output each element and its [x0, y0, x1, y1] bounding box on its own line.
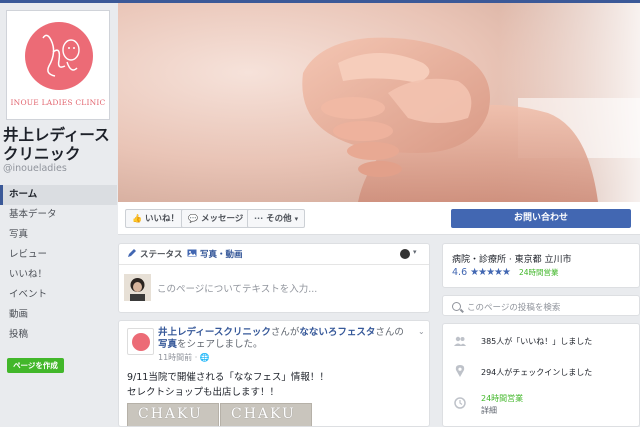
- post-header-suffix: さんの: [375, 327, 404, 338]
- tab-status[interactable]: ステータス: [127, 248, 183, 260]
- share-text: をシェアしました。: [177, 339, 263, 350]
- more-button[interactable]: ··· その他 ▾: [247, 209, 306, 228]
- category-text[interactable]: 病院・診療所 · 東京都 立川市: [452, 252, 571, 265]
- post-composer: ステータス 写真・動画 ▾ このページについてテキストを入力...: [118, 243, 430, 313]
- sidebar-item-reviews[interactable]: レビュー: [0, 245, 117, 265]
- user-photo-icon: [124, 274, 151, 301]
- clock-icon: [454, 397, 466, 409]
- likes-count: 385人が「いいね！」しました: [481, 337, 593, 346]
- post-author-avatar[interactable]: [127, 328, 154, 355]
- tab-photo-label: 写真・動画: [200, 250, 243, 260]
- checkins-count: 294人がチェックインしました: [481, 368, 593, 377]
- shared-page-link[interactable]: なないろフェスタ: [299, 327, 375, 338]
- search-input[interactable]: このページの投稿を検索: [467, 301, 560, 313]
- search-icon: [452, 302, 461, 311]
- page-title[interactable]: 井上レディースクリニック: [3, 126, 115, 164]
- photo-icon: [187, 249, 197, 257]
- tab-photo-video[interactable]: 写真・動画: [187, 248, 243, 260]
- post-header: 井上レディースクリニックさんがなないろフェスタさんの写真をシェアしました。: [158, 327, 420, 351]
- rating-stars-icon: ★★★★★: [470, 267, 511, 278]
- sidebar-item-home[interactable]: ホーム: [0, 185, 117, 205]
- photo-link[interactable]: 写真: [158, 339, 177, 350]
- message-button-label: メッセージ: [200, 214, 244, 224]
- clinic-logo-icon: [132, 333, 150, 351]
- info-card: 385人が「いいね！」しました 294人がチェックインしました 24時間営業 詳…: [442, 323, 640, 427]
- post-options-icon[interactable]: ⌄: [418, 327, 425, 336]
- sidebar-nav: ホーム 基本データ 写真 レビュー いいね！ イベント 動画 投稿: [0, 185, 117, 345]
- messenger-icon: 💬: [188, 214, 198, 223]
- search-card[interactable]: このページの投稿を検索: [442, 295, 640, 316]
- rating-row[interactable]: 4.6 ★★★★★ 24時間営業: [452, 267, 559, 278]
- globe-icon: 🌐: [199, 353, 210, 362]
- tab-status-label: ステータス: [140, 250, 183, 260]
- logo-text: INOUE LADIES CLINIC: [10, 98, 106, 107]
- post-line-2: セレクトショップも出店します！！: [127, 387, 280, 398]
- sidebar-item-events[interactable]: イベント: [0, 285, 117, 305]
- composer-tabs: ステータス 写真・動画 ▾: [119, 244, 429, 265]
- profile-picture[interactable]: INOUE LADIES CLINIC: [6, 10, 110, 120]
- like-button[interactable]: 👍 いいね！: [125, 209, 186, 228]
- sidebar-item-likes[interactable]: いいね！: [0, 265, 117, 285]
- more-dots-icon: ···: [254, 214, 264, 223]
- page-handle[interactable]: @inoueladies: [3, 163, 67, 174]
- composer-input[interactable]: このページについてテキストを入力...: [157, 281, 317, 295]
- location-pin-icon: [455, 365, 465, 377]
- people-icon: [454, 336, 466, 346]
- more-button-label: その他: [266, 214, 292, 224]
- chevron-down-icon[interactable]: ▾: [413, 248, 417, 256]
- chevron-down-icon: ▾: [294, 215, 299, 223]
- sidebar-item-photos[interactable]: 写真: [0, 225, 117, 245]
- create-page-button[interactable]: ページを作成: [7, 358, 64, 373]
- sidebar-item-videos[interactable]: 動画: [0, 305, 117, 325]
- rating-value: 4.6: [452, 267, 468, 278]
- post-line-1: 9/11当院で開催される「ななフェス」情報！！: [127, 372, 329, 383]
- details-link[interactable]: 詳細: [481, 405, 497, 416]
- post-timestamp[interactable]: 11時間前 · 🌐: [158, 352, 210, 363]
- cover-photo[interactable]: [118, 3, 640, 202]
- like-button-label: いいね！: [144, 214, 179, 224]
- viewer-avatar[interactable]: [400, 249, 410, 259]
- image-text: CHAKU: [231, 406, 296, 422]
- page-action-bar: 👍 いいね！ 💬 メッセージ ··· その他 ▾ お問い合わせ: [118, 202, 640, 235]
- open-status: 24時間営業: [519, 268, 559, 277]
- image-text: CHAKU: [138, 406, 203, 422]
- post-header-text: さんが: [270, 327, 300, 338]
- logo-figure-icon: [42, 34, 80, 77]
- baby-hands-image: [118, 3, 640, 202]
- about-card: 病院・診療所 · 東京都 立川市 4.6 ★★★★★ 24時間営業: [442, 243, 640, 288]
- post-body: 9/11当院で開催される「ななフェス」情報！！ セレクトショップも出店します！！: [127, 370, 422, 400]
- pencil-icon: [128, 249, 136, 257]
- sidebar-item-about[interactable]: 基本データ: [0, 205, 117, 225]
- post-time-text: 11時間前 ·: [158, 353, 200, 362]
- post-image[interactable]: CHAKU: [220, 403, 312, 426]
- post-author-link[interactable]: 井上レディースクリニック: [158, 327, 271, 338]
- message-button[interactable]: 💬 メッセージ: [181, 209, 251, 228]
- thumbs-up-icon: 👍: [132, 214, 142, 223]
- hours-text: 24時間営業: [481, 394, 524, 403]
- sidebar-item-posts[interactable]: 投稿: [0, 325, 117, 345]
- clinic-logo: INOUE LADIES CLINIC: [10, 14, 106, 116]
- left-column: INOUE LADIES CLINIC 井上レディースクリニック @inouel…: [0, 3, 117, 427]
- composer-avatar: [124, 274, 151, 301]
- post-image[interactable]: CHAKU: [127, 403, 219, 426]
- logo-circle: [25, 22, 93, 90]
- feed-post: 井上レディースクリニックさんがなないろフェスタさんの写真をシェアしました。 11…: [118, 320, 430, 427]
- contact-button[interactable]: お問い合わせ: [451, 209, 631, 228]
